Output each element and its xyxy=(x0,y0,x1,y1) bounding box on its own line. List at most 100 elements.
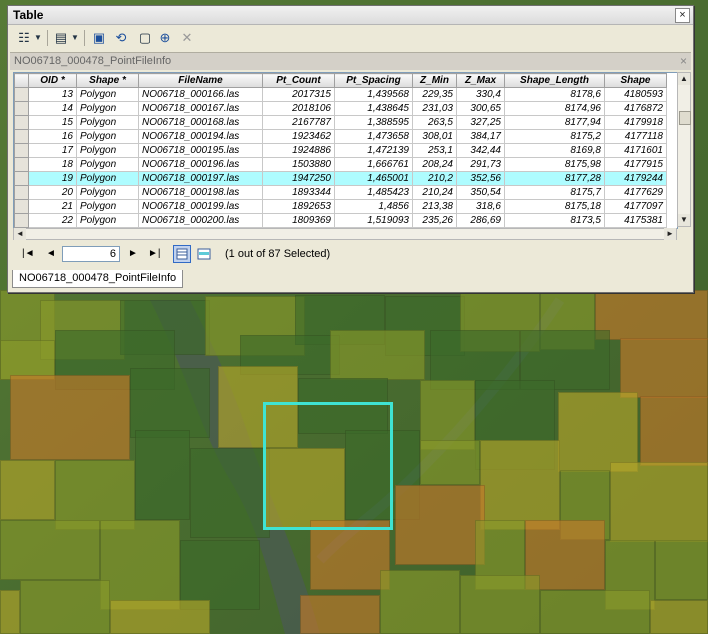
table-cell[interactable]: 8177,28 xyxy=(504,171,605,186)
lidar-tile-polygon[interactable] xyxy=(480,440,560,530)
lidar-tile-polygon[interactable] xyxy=(330,330,425,380)
table-cell[interactable]: 210,2 xyxy=(412,171,457,186)
lidar-tile-polygon[interactable] xyxy=(0,340,55,380)
table-cell[interactable]: 263,5 xyxy=(412,115,457,130)
table-cell[interactable]: 4175381 xyxy=(604,213,667,228)
lidar-tile-polygon[interactable] xyxy=(620,338,708,398)
table-cell[interactable]: 342,44 xyxy=(456,143,505,158)
table-row[interactable]: 16 Polygon NO06718_000194.las 1923462 1,4736… xyxy=(14,129,667,144)
last-record-button[interactable]: ►| xyxy=(148,248,161,259)
table-cell[interactable]: 1923462 xyxy=(262,129,335,144)
table-cell[interactable]: 8177,94 xyxy=(504,115,605,130)
title-bar[interactable]: Table × xyxy=(8,6,693,25)
table-cell[interactable]: 352,56 xyxy=(456,171,505,186)
table-cell[interactable]: 286,69 xyxy=(456,213,505,228)
row-selector[interactable] xyxy=(14,129,29,144)
table-cell[interactable]: 2017315 xyxy=(262,87,335,102)
attribute-grid[interactable]: OID * Shape * FileName Pt_Count Pt_Spacing Z_… xyxy=(13,72,678,229)
table-cell[interactable]: 20 xyxy=(28,185,77,200)
table-cell[interactable]: Polygon xyxy=(76,213,139,228)
column-header[interactable]: Z_Max xyxy=(456,73,505,88)
table-row[interactable]: 19 Polygon NO06718_000197.las 1947250 1,4650… xyxy=(14,171,667,186)
lidar-tile-polygon[interactable] xyxy=(595,290,708,340)
table-cell[interactable]: Polygon xyxy=(76,199,139,214)
column-header[interactable]: Shape_Length xyxy=(504,73,605,88)
row-selector[interactable] xyxy=(14,87,29,102)
table-cell[interactable]: 8175,98 xyxy=(504,157,605,172)
table-cell[interactable]: 17 xyxy=(28,143,77,158)
lidar-tile-polygon[interactable] xyxy=(10,375,130,460)
table-cell[interactable]: 2167787 xyxy=(262,115,335,130)
row-selector[interactable] xyxy=(14,185,29,200)
lidar-tile-polygon[interactable] xyxy=(380,570,460,634)
table-cell[interactable]: Polygon xyxy=(76,129,139,144)
table-cell[interactable]: NO06718_000199.las xyxy=(138,199,263,214)
table-cell[interactable]: 15 xyxy=(28,115,77,130)
table-row[interactable]: 15 Polygon NO06718_000168.las 2167787 1,3885… xyxy=(14,115,667,130)
table-cell[interactable]: 1,485423 xyxy=(334,185,413,200)
table-cell[interactable]: 1,472139 xyxy=(334,143,413,158)
lidar-tile-polygon[interactable] xyxy=(610,462,708,542)
row-selector[interactable] xyxy=(14,115,29,130)
table-cell[interactable]: 210,24 xyxy=(412,185,457,200)
table-cell[interactable]: 330,4 xyxy=(456,87,505,102)
lidar-tile-polygon[interactable] xyxy=(650,600,708,634)
scroll-left-icon[interactable]: ◄ xyxy=(14,228,26,240)
lidar-tile-polygon[interactable] xyxy=(460,575,540,634)
table-cell[interactable]: Polygon xyxy=(76,87,139,102)
row-selector[interactable] xyxy=(14,101,29,116)
scroll-right-icon[interactable]: ► xyxy=(664,228,676,240)
lidar-tile-polygon[interactable] xyxy=(135,430,190,520)
close-button[interactable]: × xyxy=(675,8,690,23)
table-cell[interactable]: 8175,7 xyxy=(504,185,605,200)
show-selected-records-button[interactable] xyxy=(197,247,211,261)
lidar-tile-polygon[interactable] xyxy=(190,448,270,538)
table-cell[interactable]: 4177915 xyxy=(604,157,667,172)
table-cell[interactable]: Polygon xyxy=(76,157,139,172)
lidar-tile-polygon[interactable] xyxy=(130,368,210,438)
record-number-input[interactable]: 6 xyxy=(62,246,120,262)
table-cell[interactable]: 8178,6 xyxy=(504,87,605,102)
table-cell[interactable]: 327,25 xyxy=(456,115,505,130)
table-cell[interactable]: 229,35 xyxy=(412,87,457,102)
row-selector[interactable] xyxy=(14,213,29,228)
lidar-tile-polygon[interactable] xyxy=(310,520,390,590)
lidar-tile-polygon[interactable] xyxy=(420,440,480,485)
table-cell[interactable]: 14 xyxy=(28,101,77,116)
lidar-tile-polygon[interactable] xyxy=(558,392,638,472)
table-cell[interactable]: 8169,8 xyxy=(504,143,605,158)
table-cell[interactable]: 1,388595 xyxy=(334,115,413,130)
table-cell[interactable]: 1,465001 xyxy=(334,171,413,186)
table-cell[interactable]: 4180593 xyxy=(604,87,667,102)
dropdown-icon[interactable]: ▼ xyxy=(34,29,42,47)
table-cell[interactable]: NO06718_000200.las xyxy=(138,213,263,228)
table-cell[interactable]: 8173,5 xyxy=(504,213,605,228)
table-tab[interactable]: NO06718_000478_PointFileInfo xyxy=(12,270,184,288)
table-row[interactable]: 13 Polygon NO06718_000166.las 2017315 1,4395… xyxy=(14,87,667,102)
table-cell[interactable]: 308,01 xyxy=(412,129,457,144)
table-cell[interactable]: 22 xyxy=(28,213,77,228)
table-cell[interactable]: 8175,2 xyxy=(504,129,605,144)
table-cell[interactable]: 4177118 xyxy=(604,129,667,144)
lidar-tile-polygon[interactable] xyxy=(540,590,650,634)
table-cell[interactable]: 318,6 xyxy=(456,199,505,214)
table-cell[interactable]: NO06718_000166.las xyxy=(138,87,263,102)
table-cell[interactable]: 13 xyxy=(28,87,77,102)
table-row[interactable]: 20 Polygon NO06718_000198.las 1893344 1,4854… xyxy=(14,185,667,200)
table-cell[interactable]: NO06718_000168.las xyxy=(138,115,263,130)
previous-record-button[interactable]: ◄ xyxy=(46,248,56,259)
row-selector[interactable] xyxy=(14,157,29,172)
table-cell[interactable]: 1924886 xyxy=(262,143,335,158)
table-cell[interactable]: Polygon xyxy=(76,115,139,130)
vertical-scrollbar[interactable]: ▲ ▼ xyxy=(677,72,691,227)
table-cell[interactable]: NO06718_000198.las xyxy=(138,185,263,200)
first-record-button[interactable]: |◄ xyxy=(22,248,35,259)
table-cell[interactable]: 8175,18 xyxy=(504,199,605,214)
table-cell[interactable]: Polygon xyxy=(76,185,139,200)
table-cell[interactable]: NO06718_000167.las xyxy=(138,101,263,116)
table-cell[interactable]: NO06718_000195.las xyxy=(138,143,263,158)
clear-selection-icon[interactable]: ▢ xyxy=(136,29,154,47)
scroll-down-icon[interactable]: ▼ xyxy=(678,214,690,226)
lidar-tile-polygon[interactable] xyxy=(0,590,20,634)
table-cell[interactable]: Polygon xyxy=(76,171,139,186)
